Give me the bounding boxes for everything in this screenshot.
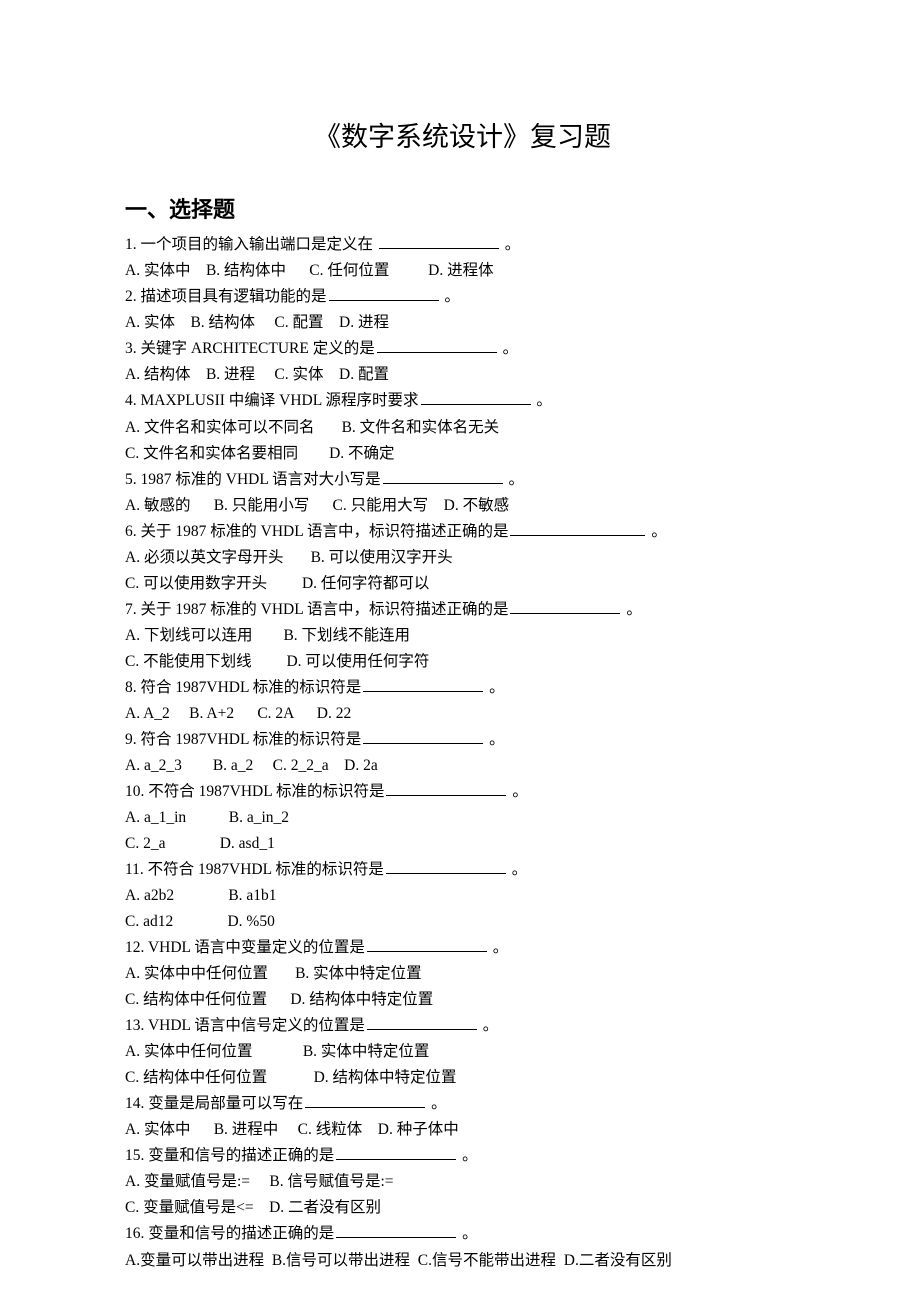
q13-text: 13. VHDL 语言中信号定义的位置是	[125, 1017, 365, 1034]
q8-suffix: 。	[485, 679, 504, 696]
q10-text: 10. 不符合 1987VHDL 标准的标识符是	[125, 783, 384, 800]
q6-options-2: C. 可以使用数字开头 D. 任何字符都可以	[125, 571, 800, 597]
q3-text: 3. 关键字 ARCHITECTURE 定义的是	[125, 340, 375, 357]
q9-blank	[363, 728, 483, 744]
q12-suffix: 。	[489, 939, 508, 956]
q15-suffix: 。	[458, 1147, 477, 1164]
q2-suffix: 。	[441, 288, 460, 305]
question-11: 11. 不符合 1987VHDL 标准的标识符是 。	[125, 857, 800, 883]
q11-options-2: C. ad12 D. %50	[125, 909, 800, 935]
question-2: 2. 描述项目具有逻辑功能的是 。	[125, 284, 800, 310]
question-8: 8. 符合 1987VHDL 标准的标识符是 。	[125, 675, 800, 701]
q6-suffix: 。	[647, 523, 666, 540]
q5-options: A. 敏感的 B. 只能用小写 C. 只能用大写 D. 不敏感	[125, 493, 800, 519]
q14-text: 14. 变量是局部量可以写在	[125, 1095, 303, 1112]
question-1: 1. 一个项目的输入输出端口是定义在 。	[125, 232, 800, 258]
question-10: 10. 不符合 1987VHDL 标准的标识符是 。	[125, 779, 800, 805]
q10-suffix: 。	[508, 783, 527, 800]
q3-blank	[377, 338, 497, 354]
document-title: 《数字系统设计》复习题	[125, 115, 800, 161]
q7-options-1: A. 下划线可以连用 B. 下划线不能连用	[125, 623, 800, 649]
q11-suffix: 。	[508, 861, 527, 878]
q4-options-2: C. 文件名和实体名要相同 D. 不确定	[125, 441, 800, 467]
q4-blank	[421, 390, 531, 406]
q11-text: 11. 不符合 1987VHDL 标准的标识符是	[125, 861, 384, 878]
q9-suffix: 。	[485, 731, 504, 748]
question-7: 7. 关于 1987 标准的 VHDL 语言中，标识符描述正确的是 。	[125, 597, 800, 623]
q7-blank	[510, 598, 620, 614]
q6-text: 6. 关于 1987 标准的 VHDL 语言中，标识符描述正确的是	[125, 523, 508, 540]
q3-options: A. 结构体 B. 进程 C. 实体 D. 配置	[125, 362, 800, 388]
q13-blank	[367, 1015, 477, 1031]
q10-blank	[386, 780, 506, 796]
question-12: 12. VHDL 语言中变量定义的位置是 。	[125, 935, 800, 961]
q10-options-1: A. a_1_in B. a_in_2	[125, 805, 800, 831]
q12-options-1: A. 实体中中任何位置 B. 实体中特定位置	[125, 961, 800, 987]
q9-options: A. a_2_3 B. a_2 C. 2_2_a D. 2a	[125, 753, 800, 779]
question-5: 5. 1987 标准的 VHDL 语言对大小写是 。	[125, 467, 800, 493]
q13-options-1: A. 实体中任何位置 B. 实体中特定位置	[125, 1039, 800, 1065]
q2-text: 2. 描述项目具有逻辑功能的是	[125, 288, 327, 305]
q9-text: 9. 符合 1987VHDL 标准的标识符是	[125, 731, 361, 748]
q6-blank	[510, 520, 645, 536]
q15-options-2: C. 变量赋值号是<= D. 二者没有区别	[125, 1195, 800, 1221]
q2-options: A. 实体 B. 结构体 C. 配置 D. 进程	[125, 310, 800, 336]
q13-options-2: C. 结构体中任何位置 D. 结构体中特定位置	[125, 1065, 800, 1091]
q15-blank	[336, 1145, 456, 1161]
q16-text: 16. 变量和信号的描述正确的是	[125, 1225, 334, 1242]
q7-text: 7. 关于 1987 标准的 VHDL 语言中，标识符描述正确的是	[125, 601, 508, 618]
question-3: 3. 关键字 ARCHITECTURE 定义的是 。	[125, 336, 800, 362]
q7-options-2: C. 不能使用下划线 D. 可以使用任何字符	[125, 649, 800, 675]
q2-blank	[329, 286, 439, 302]
q10-options-2: C. 2_a D. asd_1	[125, 831, 800, 857]
q16-options: A.变量可以带出进程 B.信号可以带出进程 C.信号不能带出进程 D.二者没有区…	[125, 1248, 800, 1274]
q11-options-1: A. a2b2 B. a1b1	[125, 883, 800, 909]
question-13: 13. VHDL 语言中信号定义的位置是 。	[125, 1013, 800, 1039]
q12-options-2: C. 结构体中任何位置 D. 结构体中特定位置	[125, 987, 800, 1013]
q8-options: A. A_2 B. A+2 C. 2A D. 22	[125, 701, 800, 727]
q14-suffix: 。	[427, 1095, 446, 1112]
q5-suffix: 。	[505, 471, 524, 488]
q12-blank	[367, 937, 487, 953]
q15-text: 15. 变量和信号的描述正确的是	[125, 1147, 334, 1164]
q16-blank	[336, 1223, 456, 1239]
section-header-1: 一、选择题	[125, 191, 800, 228]
q5-text: 5. 1987 标准的 VHDL 语言对大小写是	[125, 471, 381, 488]
q4-text: 4. MAXPLUSII 中编译 VHDL 源程序时要求	[125, 392, 419, 409]
q16-suffix: 。	[458, 1225, 477, 1242]
q3-suffix: 。	[499, 340, 518, 357]
q4-options-1: A. 文件名和实体可以不同名 B. 文件名和实体名无关	[125, 415, 800, 441]
q11-blank	[386, 859, 506, 875]
q6-options-1: A. 必须以英文字母开头 B. 可以使用汉字开头	[125, 545, 800, 571]
question-4: 4. MAXPLUSII 中编译 VHDL 源程序时要求 。	[125, 388, 800, 414]
q8-text: 8. 符合 1987VHDL 标准的标识符是	[125, 679, 361, 696]
q7-suffix: 。	[622, 601, 641, 618]
q4-suffix: 。	[533, 392, 552, 409]
q1-text: 1. 一个项目的输入输出端口是定义在	[125, 236, 377, 253]
q8-blank	[363, 676, 483, 692]
q12-text: 12. VHDL 语言中变量定义的位置是	[125, 939, 365, 956]
q1-options: A. 实体中 B. 结构体中 C. 任何位置 D. 进程体	[125, 258, 800, 284]
q5-blank	[383, 468, 503, 484]
question-16: 16. 变量和信号的描述正确的是 。	[125, 1221, 800, 1247]
q15-options-1: A. 变量赋值号是:= B. 信号赋值号是:=	[125, 1169, 800, 1195]
question-15: 15. 变量和信号的描述正确的是 。	[125, 1143, 800, 1169]
q14-options: A. 实体中 B. 进程中 C. 线粒体 D. 种子体中	[125, 1117, 800, 1143]
q14-blank	[305, 1093, 425, 1109]
q1-suffix: 。	[501, 236, 520, 253]
question-9: 9. 符合 1987VHDL 标准的标识符是 。	[125, 727, 800, 753]
q13-suffix: 。	[479, 1017, 498, 1034]
question-6: 6. 关于 1987 标准的 VHDL 语言中，标识符描述正确的是 。	[125, 519, 800, 545]
q1-blank	[379, 234, 499, 250]
question-14: 14. 变量是局部量可以写在 。	[125, 1091, 800, 1117]
